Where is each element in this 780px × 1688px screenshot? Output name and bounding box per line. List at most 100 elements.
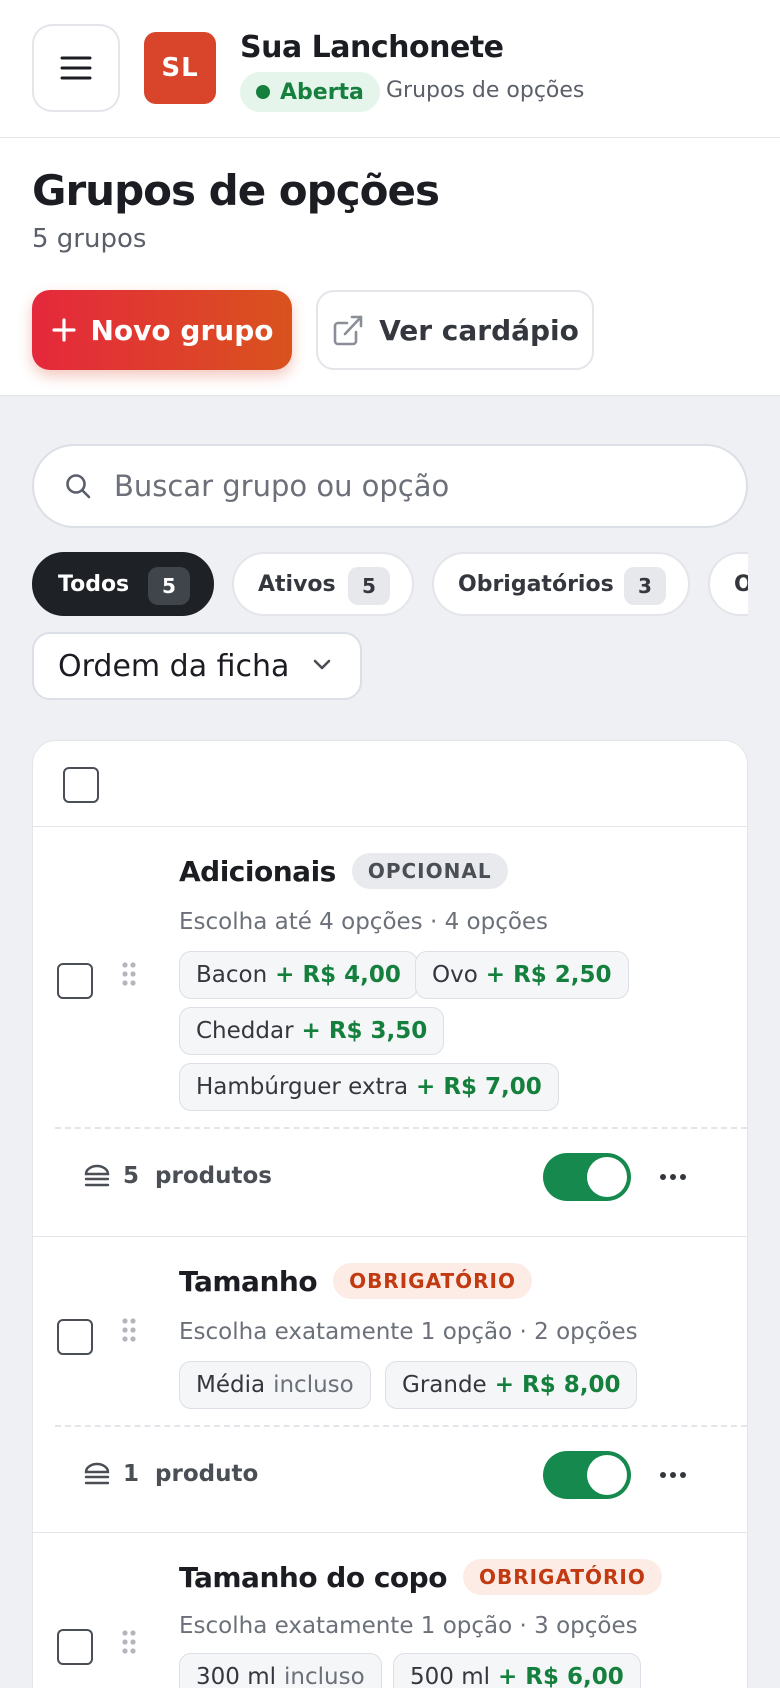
new-group-label: Novo grupo [90,313,274,347]
external-link-icon [331,313,365,347]
hamburger-menu-icon [59,55,93,81]
menu-button[interactable] [32,24,120,112]
drag-handle-icon[interactable] [121,961,137,987]
store-name: Sua Lanchonete [240,30,504,65]
group-row: Tamanho do copo OBRIGATÓRIO Escolha exat… [33,1533,747,1688]
group-rule: Escolha exatamente 1 opção · 3 opções [179,1613,638,1639]
filter-chip-more[interactable]: O [708,552,748,616]
option-name: 300 ml [196,1664,277,1688]
view-menu-label: Ver cardápio [379,313,579,347]
option-chip: Grande + R$ 8,00 [385,1361,638,1409]
new-group-button[interactable]: Novo grupo [32,290,292,370]
more-horizontal-icon [659,1471,687,1479]
group-badge: OBRIGATÓRIO [333,1263,532,1299]
option-price: + R$ 2,50 [485,962,612,988]
option-chip: Hambúrguer extra + R$ 7,00 [179,1063,559,1111]
option-price: + R$ 3,50 [301,1018,428,1044]
filter-chip-label: Todos [58,571,130,597]
more-actions-button[interactable] [653,1455,693,1495]
search-input[interactable] [114,446,714,526]
product-count-label: produtos [155,1163,272,1189]
more-horizontal-icon [659,1173,687,1181]
group-title: Adicionais [179,854,336,888]
group-rule: Escolha exatamente 1 opção · 2 opções [179,1319,638,1345]
top-bar: SL Sua Lanchonete Aberta Grupos de opçõe… [0,0,780,138]
groups-list: Adicionais OPCIONAL Escolha até 4 opções… [32,740,748,1688]
product-count-number: 5 [123,1163,140,1189]
breadcrumb: Grupos de opções [386,78,585,103]
filter-chip-label: Ativos [258,571,336,597]
chevron-down-icon [312,658,332,672]
drag-handle-icon[interactable] [121,1629,137,1655]
store-logo: SL [144,32,216,104]
filter-chip-active[interactable]: Ativos 5 [232,552,414,616]
status-dot-icon [256,85,270,99]
option-chip: Cheddar + R$ 3,50 [179,1007,445,1055]
drag-handle-icon[interactable] [121,1317,137,1343]
filter-chip-label: O [734,571,748,597]
option-name: Grande [402,1372,487,1398]
filter-chips: Todos 5 Ativos 5 Obrigatórios 3 O [32,552,748,616]
filter-chip-count: 3 [624,567,666,605]
option-name: Bacon [196,962,268,988]
filter-chip-count: 5 [348,567,390,605]
group-rule: Escolha até 4 opções · 4 opções [179,909,549,935]
view-menu-button[interactable]: Ver cardápio [316,290,594,370]
group-row: Adicionais OPCIONAL Escolha até 4 opções… [33,827,747,1237]
option-name: Ovo [432,962,478,988]
option-included: incluso [284,1664,365,1688]
product-count-label: produto [155,1461,259,1487]
group-row: Tamanho OBRIGATÓRIO Escolha exatamente 1… [33,1237,747,1533]
sort-select[interactable]: Ordem da ficha [32,632,362,700]
group-checkbox[interactable] [57,963,93,999]
group-count: 5 grupos [32,224,147,254]
group-title: Tamanho do copo [179,1560,447,1594]
product-count: 1 produto [123,1461,258,1487]
product-count: 5 produtos [123,1163,272,1189]
toggle-knob [587,1157,627,1197]
burger-icon [83,1461,111,1487]
group-active-toggle[interactable] [543,1153,631,1201]
option-chip: 500 ml + R$ 6,00 [393,1653,641,1688]
filter-chip-count: 5 [148,567,190,605]
option-chip: Bacon + R$ 4,00 [179,951,418,999]
store-status-label: Aberta [280,79,364,105]
store-status-badge: Aberta [240,72,380,112]
page-header: Grupos de opções 5 grupos Novo grupo Ver… [0,138,780,396]
sort-selected-value: Ordem da ficha [58,648,290,684]
search-bar [32,444,748,528]
option-price: + R$ 4,00 [275,962,401,988]
filter-chip-all[interactable]: Todos 5 [32,552,214,616]
filter-chip-required[interactable]: Obrigatórios 3 [432,552,690,616]
list-header [33,741,747,827]
group-badge: OBRIGATÓRIO [462,1559,662,1595]
group-checkbox[interactable] [57,1319,93,1355]
group-title: Tamanho [179,1264,318,1298]
page-title: Grupos de opções [32,166,440,215]
option-chip: 300 ml incluso [179,1653,382,1688]
option-price: + R$ 7,00 [416,1074,542,1100]
option-chip: Média incluso [179,1361,371,1409]
group-title-row: Tamanho do copo OBRIGATÓRIO [179,1559,662,1595]
plus-icon [51,317,77,343]
group-title-row: Tamanho OBRIGATÓRIO [179,1263,532,1299]
group-title-row: Adicionais OPCIONAL [179,853,508,889]
option-name: Hambúrguer extra [196,1074,409,1100]
group-active-toggle[interactable] [543,1451,631,1499]
burger-icon [83,1163,111,1189]
option-name: Cheddar [196,1018,294,1044]
option-name: Média [196,1372,266,1398]
option-included: incluso [273,1372,354,1398]
product-count-number: 1 [123,1461,140,1487]
more-actions-button[interactable] [653,1157,693,1197]
filter-chip-label: Obrigatórios [458,571,614,597]
divider [55,1127,747,1129]
option-price: + R$ 8,00 [494,1372,621,1398]
divider [55,1425,747,1427]
option-chip: Ovo + R$ 2,50 [415,951,629,999]
search-icon [64,472,92,500]
group-badge: OPCIONAL [351,853,508,889]
select-all-checkbox[interactable] [63,767,99,803]
toggle-knob [587,1455,627,1495]
group-checkbox[interactable] [57,1629,93,1665]
